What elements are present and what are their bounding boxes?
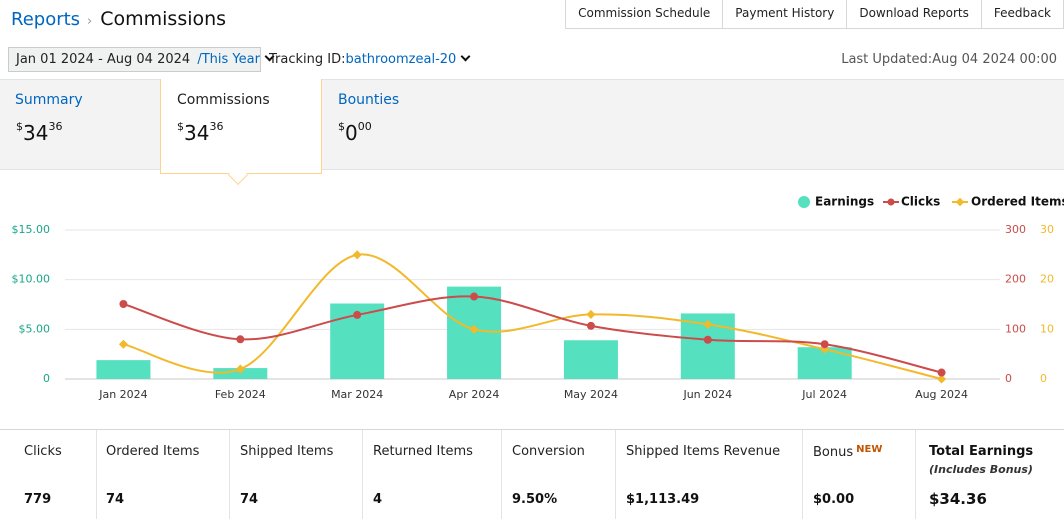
chevron-right-icon: › — [87, 14, 93, 29]
stat-shipped-items-value: 74 — [240, 492, 259, 507]
top-links: Commission Schedule Payment History Down… — [565, 0, 1064, 29]
y-left-tick-label: $10.00 — [12, 273, 51, 286]
date-range-dropdown[interactable]: Jan 01 2024 - Aug 04 2024 /This Year — [8, 47, 275, 72]
clicks-legend-label: Clicks — [901, 195, 940, 209]
clicks-legend-marker — [887, 198, 895, 206]
y-right-tick-label: 0 — [1005, 372, 1012, 385]
clicks-point — [586, 321, 595, 330]
stat-ordered-items-value: 74 — [106, 492, 125, 507]
stat-returned-items: Returned Items 4 — [363, 430, 502, 519]
date-preset-value: This Year — [201, 52, 260, 67]
stat-conversion: Conversion 9.50% — [502, 430, 616, 519]
x-tick-label: May 2024 — [564, 388, 618, 401]
commission-schedule-link[interactable]: Commission Schedule — [565, 0, 724, 29]
stat-shipped-revenue: Shipped Items Revenue $1,113.49 — [616, 430, 803, 519]
x-tick-label: Apr 2024 — [449, 388, 500, 401]
stat-conversion-label: Conversion — [512, 444, 585, 459]
tab-commissions[interactable]: Commissions $3436 — [160, 79, 322, 174]
stat-returned-items-value: 4 — [373, 492, 383, 507]
clicks-point — [820, 340, 829, 349]
y-right2-tick-label: 0 — [1040, 372, 1047, 385]
y-left-tick-label: 0 — [43, 372, 50, 385]
clicks-point — [236, 335, 245, 344]
stat-clicks: Clicks 779 — [0, 430, 97, 519]
tab-summary-amount: $3436 — [16, 120, 63, 145]
stat-bonus-value: $0.00 — [813, 492, 855, 507]
stat-total-earnings-sub: (Includes Bonus) — [929, 463, 1033, 476]
clicks-point — [937, 368, 946, 377]
earnings-legend-label: Earnings — [815, 195, 874, 209]
stat-shipped-items: Shipped Items 74 — [230, 430, 363, 519]
stats-bar: Clicks 779 Ordered Items 74 Shipped Item… — [0, 429, 1064, 519]
tab-commissions-amount: $3436 — [177, 120, 224, 145]
y-left-tick-label: $15.00 — [12, 223, 51, 236]
stat-shipped-items-label: Shipped Items — [240, 444, 334, 459]
stat-bonus-label: Bonus NEW — [813, 444, 883, 460]
stat-bonus: Bonus NEW $0.00 — [803, 430, 916, 519]
clicks-point — [353, 310, 362, 319]
ordered-items-legend-marker — [955, 197, 965, 207]
x-tick-label: Mar 2024 — [331, 388, 383, 401]
new-badge: NEW — [856, 444, 883, 455]
download-reports-link[interactable]: Download Reports — [846, 0, 982, 29]
earnings-legend-marker — [798, 196, 810, 208]
stat-returned-items-label: Returned Items — [373, 444, 473, 459]
tracking-id-value: bathroomzeal-20 — [345, 52, 457, 67]
clicks-point — [119, 300, 128, 309]
tracking-id-label: Tracking ID: — [269, 52, 346, 67]
stat-ordered-items: Ordered Items 74 — [97, 430, 230, 519]
tab-bounties-amount: $000 — [338, 120, 372, 145]
feedback-link[interactable]: Feedback — [980, 0, 1064, 29]
clicks-point — [470, 292, 479, 301]
breadcrumb: Reports › Commissions — [11, 8, 226, 30]
stat-clicks-value: 779 — [24, 492, 52, 507]
page-title: Commissions — [100, 8, 227, 30]
stat-total-earnings-label: Total Earnings — [929, 444, 1034, 459]
stat-total-earnings: Total Earnings (Includes Bonus) $34.36 — [916, 430, 1064, 519]
x-tick-label: Aug 2024 — [915, 388, 968, 401]
x-tick-label: Feb 2024 — [215, 388, 266, 401]
date-range-value: Jan 01 2024 - Aug 04 2024 — [16, 52, 191, 67]
tab-summary-label: Summary — [15, 92, 83, 108]
payment-history-link[interactable]: Payment History — [722, 0, 848, 29]
y-right-tick-label: 300 — [1005, 223, 1026, 236]
y-right2-tick-label: 20 — [1040, 273, 1054, 286]
tab-commissions-label: Commissions — [177, 92, 270, 108]
y-right-tick-label: 200 — [1005, 273, 1026, 286]
x-tick-label: Jul 2024 — [801, 388, 847, 401]
ordered-items-point — [586, 309, 596, 319]
tab-summary[interactable]: Summary $3436 — [15, 80, 155, 169]
chevron-down-icon — [460, 51, 471, 62]
y-right2-tick-label: 30 — [1040, 223, 1054, 236]
ordered-items-legend-label: Ordered Items — [971, 195, 1064, 209]
x-tick-label: Jan 2024 — [98, 388, 147, 401]
tab-bounties[interactable]: Bounties $000 — [338, 80, 478, 169]
stat-conversion-value: 9.50% — [512, 492, 558, 507]
stat-shipped-revenue-label: Shipped Items Revenue — [626, 444, 781, 459]
stat-ordered-items-label: Ordered Items — [106, 444, 200, 459]
ordered-items-point — [352, 250, 362, 260]
x-tick-label: Jun 2024 — [682, 388, 732, 401]
ordered-items-point — [118, 339, 128, 349]
y-right2-tick-label: 10 — [1040, 322, 1054, 335]
last-updated: Last Updated:Aug 04 2024 00:00 — [841, 52, 1057, 67]
stat-total-earnings-value: $34.36 — [929, 490, 987, 508]
clicks-point — [703, 335, 712, 344]
earnings-tabs: Summary $3436 Commissions $3436 Bounties… — [0, 79, 1064, 174]
breadcrumb-reports-link[interactable]: Reports — [11, 9, 80, 30]
earnings-bar — [563, 340, 618, 379]
tab-bounties-label: Bounties — [338, 92, 400, 108]
y-left-tick-label: $5.00 — [19, 322, 51, 335]
stat-shipped-revenue-value: $1,113.49 — [626, 492, 700, 507]
stat-clicks-label: Clicks — [24, 444, 62, 459]
y-right-tick-label: 100 — [1005, 322, 1026, 335]
commissions-chart: 0 $5.00 $10.00 $15.00 0 100 200 300 0 10 20 30 Jan 2… — [12, 195, 1064, 402]
tracking-id-dropdown[interactable]: Tracking ID:bathroomzeal-20 — [269, 51, 471, 67]
earnings-bar — [96, 360, 151, 379]
